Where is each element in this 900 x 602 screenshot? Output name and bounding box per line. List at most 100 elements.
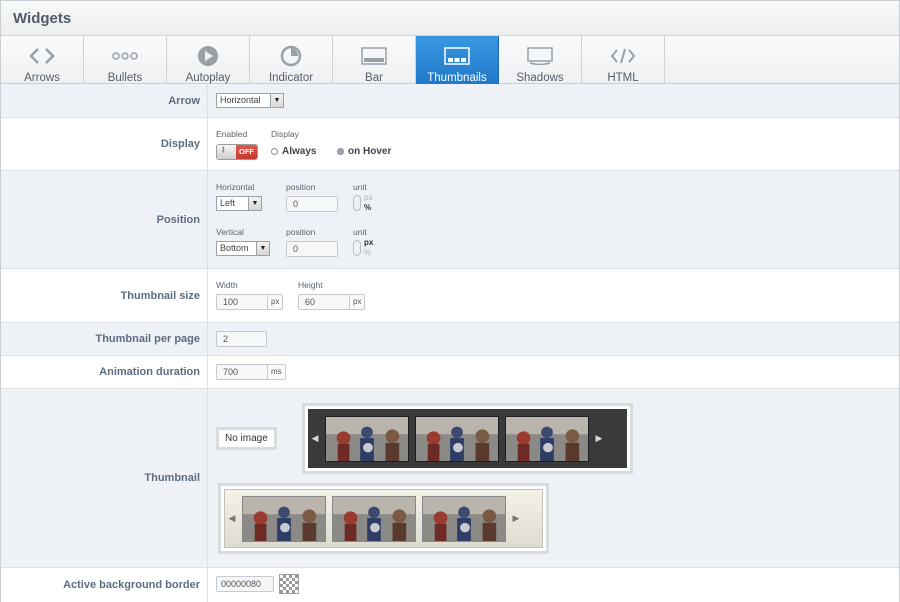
thumbnail-strip: ◀ ▶ — [224, 489, 543, 548]
radio-on-hover-label: on Hover — [348, 146, 392, 157]
per-page-label: Thumbnail per page — [1, 323, 208, 355]
thumb-scene — [506, 416, 588, 461]
thumbnail-image — [242, 495, 326, 542]
width-input[interactable]: 100 — [216, 294, 268, 310]
tab-label: Shadows — [516, 72, 564, 84]
angle-brackets-icon — [27, 45, 57, 67]
thumbnails-icon — [442, 45, 472, 67]
chevron-down-icon: ▼ — [256, 242, 269, 255]
bar-icon — [359, 45, 389, 67]
radio-on-hover[interactable]: on Hover — [337, 146, 391, 157]
radio-dot — [271, 148, 278, 155]
widgets-panel: Widgets Arrows Bullets Autoplay Indicato… — [0, 0, 900, 602]
shadow-icon — [525, 45, 555, 67]
tab-label: Indicator — [268, 72, 314, 84]
display-row: Display Enabled OFF Display Always on Ho… — [1, 118, 899, 171]
active-border-input[interactable]: 00000080 — [216, 576, 274, 592]
tab-label: HTML — [607, 72, 639, 84]
tab-bar[interactable]: Bar — [333, 36, 416, 84]
v-position-input[interactable]: 0 — [286, 241, 338, 257]
animation-input[interactable]: 700 — [216, 364, 268, 380]
active-border-row: Active background border 00000080 — [1, 568, 899, 602]
panel-title: Widgets — [1, 1, 899, 36]
vertical-select[interactable]: Bottom ▼ — [216, 241, 270, 256]
unit-track — [353, 240, 361, 256]
animation-row: Animation duration 700 ms — [1, 356, 899, 389]
thumbnail-image — [422, 495, 506, 542]
position-label: Position — [1, 171, 208, 268]
code-icon — [608, 45, 638, 67]
h-unit-pct: % — [364, 203, 372, 212]
thumb-scene — [423, 496, 505, 541]
active-border-label: Active background border — [1, 568, 208, 602]
per-page-input[interactable]: 2 — [216, 331, 267, 347]
thumb-scene — [333, 496, 415, 541]
v-unit-pct: % — [364, 248, 372, 257]
h-unit-px: px — [364, 193, 373, 202]
pie-indicator-icon — [276, 45, 306, 67]
arrow-select[interactable]: Horizontal ▼ — [216, 93, 284, 108]
left-arrow-icon: ◀ — [228, 513, 236, 523]
thumbnail-size-row: Thumbnail size Width 100 px Height 60 px — [1, 269, 899, 323]
unit-track — [353, 195, 361, 211]
radio-dot — [337, 148, 344, 155]
h-position-input[interactable]: 0 — [286, 196, 338, 212]
tab-html[interactable]: HTML — [582, 36, 665, 84]
display-mode-label: Display — [271, 129, 299, 139]
width-label: Width — [216, 280, 238, 290]
tab-indicator[interactable]: Indicator — [250, 36, 333, 84]
toggle-off-label: OFF — [236, 145, 257, 159]
thumbnail-size-label: Thumbnail size — [1, 269, 208, 322]
tab-label: Arrows — [24, 72, 60, 84]
no-image-option[interactable]: No image — [216, 427, 277, 450]
chevron-down-icon: ▼ — [270, 94, 283, 107]
width-unit: px — [268, 294, 284, 310]
thumbnail-image — [415, 415, 499, 462]
tab-autoplay[interactable]: Autoplay — [167, 36, 250, 84]
tab-label: Thumbnails — [427, 72, 487, 84]
height-unit: px — [350, 294, 366, 310]
height-label: Height — [298, 280, 323, 290]
horizontal-label: Horizontal — [216, 182, 255, 192]
thumb-scene — [416, 416, 498, 461]
right-arrow-icon: ▶ — [512, 513, 520, 523]
h-unit-label: unit — [353, 182, 367, 192]
enabled-label: Enabled — [216, 129, 248, 139]
tab-label: Bar — [365, 72, 383, 84]
radio-always-label: Always — [282, 146, 317, 157]
thumb-scene — [326, 416, 408, 461]
tab-label: Bullets — [107, 72, 143, 84]
arrow-row: Arrow Horizontal ▼ — [1, 84, 899, 118]
arrow-label: Arrow — [1, 84, 208, 117]
animation-label: Animation duration — [1, 356, 208, 388]
v-unit-label: unit — [353, 227, 367, 237]
thumbnail-style-light[interactable]: ◀ ▶ — [218, 483, 549, 554]
tab-label: Autoplay — [185, 72, 231, 84]
thumbnail-style-dark[interactable]: ◀ ▶ — [302, 403, 633, 474]
tab-arrows[interactable]: Arrows — [1, 36, 84, 84]
widget-tabs: Arrows Bullets Autoplay Indicator Bar Th… — [1, 36, 899, 84]
color-swatch[interactable] — [279, 574, 299, 594]
tab-thumbnails[interactable]: Thumbnails — [416, 36, 499, 84]
per-page-row: Thumbnail per page 2 — [1, 323, 899, 356]
tab-shadows[interactable]: Shadows — [499, 36, 582, 84]
thumbnail-image — [325, 415, 409, 462]
play-icon — [193, 45, 223, 67]
h-position-label: position — [286, 182, 316, 192]
tab-bullets[interactable]: Bullets — [84, 36, 167, 84]
thumb-scene — [243, 496, 325, 541]
horizontal-select[interactable]: Left ▼ — [216, 196, 262, 211]
height-input[interactable]: 60 — [298, 294, 350, 310]
v-position-label: position — [286, 227, 316, 237]
dots-icon — [110, 45, 140, 67]
thumbnail-image — [505, 415, 589, 462]
toggle-knob — [217, 145, 237, 159]
left-arrow-icon: ◀ — [311, 433, 319, 443]
enabled-toggle[interactable]: OFF — [216, 144, 258, 160]
horizontal-select-value: Left — [220, 198, 236, 208]
vertical-select-value: Bottom — [220, 243, 249, 253]
radio-always[interactable]: Always — [271, 146, 316, 157]
chevron-down-icon: ▼ — [248, 197, 261, 210]
position-row: Position Horizontal Left ▼ position 0 un… — [1, 171, 899, 269]
v-unit-px: px — [364, 238, 374, 247]
